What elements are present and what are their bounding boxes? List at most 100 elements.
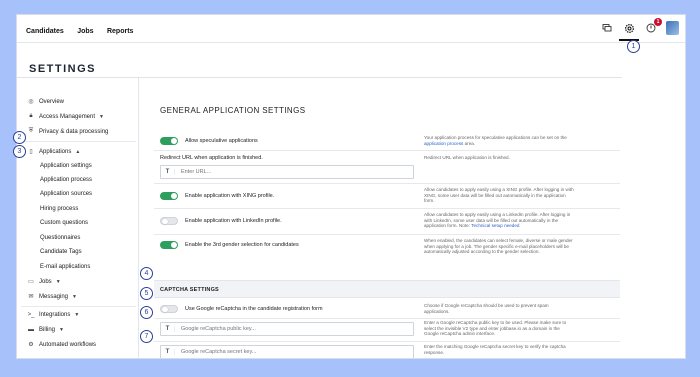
- callout-6: 6: [140, 306, 153, 319]
- sidebar-item-overview[interactable]: ◎ Overview: [27, 98, 65, 106]
- setting-row-secret-key: T Enter the matching Google reCaptcha se…: [160, 344, 605, 358]
- callout-2: 2: [13, 131, 26, 144]
- row-divider: [154, 341, 620, 342]
- overview-icon: ◎: [28, 99, 34, 105]
- speculative-toggle[interactable]: [160, 137, 178, 145]
- sidebar-item-privacy[interactable]: ⛨ Privacy & data processing: [27, 128, 109, 135]
- message-icon: ✉: [28, 294, 34, 300]
- setting-label: Enable application with XING profile.: [185, 193, 275, 199]
- redirect-url-field[interactable]: T: [160, 165, 414, 179]
- sidebar-item-automated-workflows[interactable]: ⚙ Automated workflows: [27, 341, 97, 349]
- sidebar-item-jobs[interactable]: ▭ Jobs ▼: [27, 278, 61, 286]
- setting-row-recaptcha: Use Google reCaptcha in the candidate re…: [160, 303, 605, 319]
- sidebar-subitem-email-applications[interactable]: E-mail applications: [40, 264, 90, 270]
- chat-icon[interactable]: [601, 22, 613, 34]
- public-key-field[interactable]: T: [160, 322, 414, 336]
- user-avatar[interactable]: [666, 21, 679, 35]
- top-navbar: Candidates Jobs Reports 1: [17, 15, 685, 43]
- workflow-icon: ⚙: [28, 342, 34, 348]
- lock-icon: 🔒︎: [29, 113, 33, 119]
- text-format-icon: T: [161, 349, 175, 355]
- settings-sidebar: ◎ Overview 🔒︎ Access Management ▼ ⛨ Privacy …: [17, 78, 139, 358]
- setting-label: Enable application with LinkedIn profile…: [185, 218, 282, 224]
- chevron-up-icon: ▲: [75, 148, 81, 155]
- setting-help: Enter the matching Google reCaptcha secr…: [424, 344, 566, 355]
- setting-help: When enabled, the candidates can select …: [424, 238, 573, 254]
- technical-setup-link[interactable]: Technical setup needed: [471, 223, 519, 228]
- captcha-section-header: CAPTCHA SETTINGS: [154, 280, 620, 298]
- setting-label: Use Google reCaptcha in the candidate re…: [185, 306, 323, 312]
- sidebar-item-label: Jobs: [39, 278, 52, 285]
- sidebar-subitem-custom-questions[interactable]: Custom questions: [40, 220, 88, 226]
- terminal-icon: >_: [27, 312, 35, 318]
- linkedin-toggle[interactable]: [160, 217, 178, 225]
- notification-badge: 1: [654, 18, 662, 26]
- sidebar-item-label: Overview: [39, 98, 65, 105]
- callout-5: 5: [140, 287, 153, 300]
- callout-7: 7: [140, 330, 153, 343]
- setting-row-gender: Enable the 3rd gender selection for cand…: [160, 238, 605, 264]
- page-title: SETTINGS: [29, 63, 97, 75]
- sidebar-subitem-hiring-process[interactable]: Hiring process: [40, 206, 78, 212]
- notifications-icon[interactable]: 1: [645, 18, 662, 34]
- xing-toggle[interactable]: [160, 192, 178, 200]
- top-icons: 1: [601, 18, 679, 41]
- third-gender-toggle[interactable]: [160, 241, 178, 249]
- captcha-section-title: CAPTCHA SETTINGS: [160, 287, 219, 293]
- callout-3: 3: [13, 145, 26, 158]
- public-key-input[interactable]: [175, 326, 405, 332]
- callout-4: 4: [140, 267, 153, 280]
- sidebar-subitem-candidate-tags[interactable]: Candidate Tags: [40, 249, 82, 255]
- setting-help: Enter a Google reCaptcha public key to b…: [424, 320, 567, 336]
- settings-gear-icon[interactable]: [619, 21, 639, 41]
- setting-row-linkedin: Enable application with LinkedIn profile…: [160, 212, 605, 232]
- setting-row-redirect: Redirect URL when application is finishe…: [160, 154, 605, 184]
- settings-content: GENERAL APPLICATION SETTINGS Allow specu…: [139, 78, 622, 358]
- secret-key-field[interactable]: T: [160, 345, 414, 358]
- sidebar-divider: [21, 141, 136, 142]
- sidebar-item-integrations[interactable]: >_ Integrations ▼: [27, 312, 80, 318]
- app-window: Candidates Jobs Reports 1 SETTINGS ◎ Over…: [16, 14, 686, 359]
- application-process-link[interactable]: application process: [424, 141, 463, 146]
- chevron-down-icon: ▼: [55, 278, 61, 285]
- nav-candidates[interactable]: Candidates: [26, 28, 64, 35]
- sidebar-subitem-application-sources[interactable]: Application sources: [40, 191, 92, 197]
- text-format-icon: T: [161, 326, 175, 332]
- shield-icon: ⛨: [28, 128, 34, 134]
- sidebar-divider: [21, 306, 136, 307]
- chevron-down-icon: ▼: [99, 113, 104, 120]
- setting-label: Redirect URL when application is finishe…: [160, 155, 263, 161]
- sidebar-item-messaging[interactable]: ✉ Messaging ▼: [27, 293, 77, 301]
- sidebar-subitem-questionnaires[interactable]: Questionnaires: [40, 235, 80, 241]
- sidebar-item-label: Integrations: [39, 312, 71, 318]
- briefcase-icon: ▭: [28, 279, 34, 285]
- nav-jobs[interactable]: Jobs: [77, 28, 93, 35]
- setting-row-speculative: Allow speculative applications Your appl…: [160, 135, 605, 156]
- sidebar-item-label: Messaging: [39, 293, 69, 300]
- redirect-url-input[interactable]: [175, 169, 405, 175]
- sidebar-subitem-application-process[interactable]: Application process: [40, 177, 92, 183]
- text-format-icon: T: [161, 169, 175, 175]
- setting-help: Allow candidates to apply easily using a…: [424, 212, 571, 228]
- sidebar-subitem-application-settings[interactable]: Application settings: [40, 163, 92, 169]
- sidebar-item-label: Access Management: [39, 113, 96, 120]
- section-title: GENERAL APPLICATION SETTINGS: [160, 106, 306, 115]
- setting-label: Allow speculative applications: [185, 138, 258, 144]
- secret-key-input[interactable]: [175, 349, 405, 355]
- callout-1: 1: [627, 40, 640, 53]
- recaptcha-toggle[interactable]: [160, 305, 178, 313]
- chevron-down-icon: ▼: [72, 293, 77, 300]
- setting-help: Your application process for speculative…: [424, 135, 567, 146]
- sidebar-item-label: Automated workflows: [39, 341, 97, 348]
- nav-reports[interactable]: Reports: [107, 28, 133, 35]
- sidebar-item-billing[interactable]: ▬ Billing ▼: [27, 327, 64, 333]
- sidebar-item-applications[interactable]: ▯ Applications ▲: [27, 148, 81, 156]
- row-divider: [154, 150, 620, 151]
- setting-help: Redirect URL when application is finishe…: [424, 155, 510, 160]
- row-divider: [154, 318, 620, 319]
- top-nav: Candidates Jobs Reports: [26, 20, 142, 38]
- sidebar-item-access-management[interactable]: 🔒︎ Access Management ▼: [27, 113, 104, 120]
- sidebar-item-label: Billing: [39, 327, 56, 333]
- row-divider: [154, 183, 620, 184]
- setting-row-xing: Enable application with XING profile. Al…: [160, 187, 605, 207]
